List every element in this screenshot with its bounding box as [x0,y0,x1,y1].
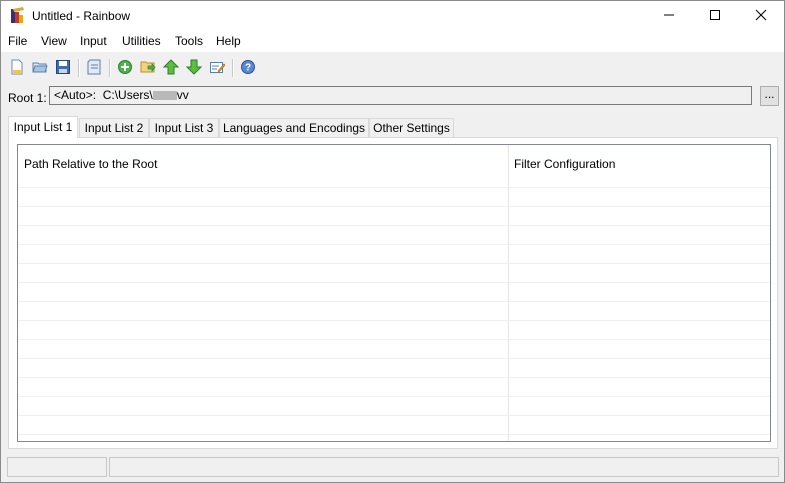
root-path-field[interactable]: <Auto>: C:\Users\ vv [49,86,752,105]
tab-input-list-1[interactable]: Input List 1 [8,116,78,138]
add-button[interactable] [115,58,135,78]
move-up-icon [162,58,180,78]
input-list-table[interactable]: Path Relative to the Root Filter Configu… [17,144,771,442]
row-line [18,358,770,359]
browse-button[interactable]: ... [760,86,779,106]
save-icon [55,59,71,78]
menu-file[interactable]: File [8,34,27,48]
maximize-icon [709,9,721,24]
row-line [18,282,770,283]
root-path-prefix: <Auto>: C:\Users\ [54,88,153,102]
root-label: Root 1: [8,91,47,105]
title-bar[interactable]: Untitled - Rainbow [1,1,784,31]
column-header-path[interactable]: Path Relative to the Root [24,157,157,171]
move-down-icon [185,59,203,78]
column-header-filter[interactable]: Filter Configuration [514,157,615,171]
document-button[interactable] [84,58,104,78]
move-up-button[interactable] [161,58,181,78]
tab-languages-and-encodings[interactable]: Languages and Encodings [219,118,369,137]
rainbow-app-icon [10,7,26,25]
root-path-suffix: vv [176,88,189,102]
status-panel-2 [109,457,779,477]
open-icon [32,59,48,78]
close-button[interactable] [738,1,784,31]
add-folder-icon [140,59,156,78]
menu-tools[interactable]: Tools [175,34,203,48]
row-line [18,339,770,340]
status-panel-1 [7,457,107,477]
menu-bar: File View Input Utilities Tools Help [1,31,784,52]
add-folder-button[interactable] [138,58,158,78]
maximize-button[interactable] [692,1,738,31]
toolbar-separator [232,59,234,77]
toolbar: ? [1,53,784,83]
row-line [18,377,770,378]
new-button[interactable] [7,58,27,78]
minimize-icon [663,9,675,24]
menu-utilities[interactable]: Utilities [122,34,161,48]
row-line [18,187,770,188]
redacted-username [152,91,177,101]
column-divider [508,145,509,441]
minimize-button[interactable] [646,1,692,31]
row-line [18,244,770,245]
save-button[interactable] [53,58,73,78]
tab-panel: Path Relative to the Root Filter Configu… [8,137,778,449]
status-bar [7,457,779,477]
row-line [18,206,770,207]
help-icon: ? [240,59,256,78]
svg-text:?: ? [245,62,251,73]
tab-input-list-2[interactable]: Input List 2 [79,118,149,137]
row-line [18,225,770,226]
menu-input[interactable]: Input [80,34,107,48]
toolbar-separator [78,59,80,77]
open-button[interactable] [30,58,50,78]
new-icon [9,59,25,78]
row-line [18,320,770,321]
row-line [18,263,770,264]
tab-input-list-3[interactable]: Input List 3 [149,118,219,137]
help-button[interactable]: ? [238,58,258,78]
app-window: Untitled - Rainbow File View Input Utili… [0,0,785,483]
edit-button[interactable] [207,58,227,78]
menu-help[interactable]: Help [216,34,241,48]
close-icon [755,9,767,24]
edit-icon [209,59,226,78]
toolbar-separator [109,59,111,77]
menu-view[interactable]: View [41,34,67,48]
row-line [18,301,770,302]
add-icon [117,59,133,78]
move-down-button[interactable] [184,58,204,78]
row-line [18,396,770,397]
tab-other-settings[interactable]: Other Settings [369,118,454,137]
window-title: Untitled - Rainbow [32,9,131,23]
row-line [18,434,770,435]
document-icon [86,59,102,78]
row-line [18,415,770,416]
